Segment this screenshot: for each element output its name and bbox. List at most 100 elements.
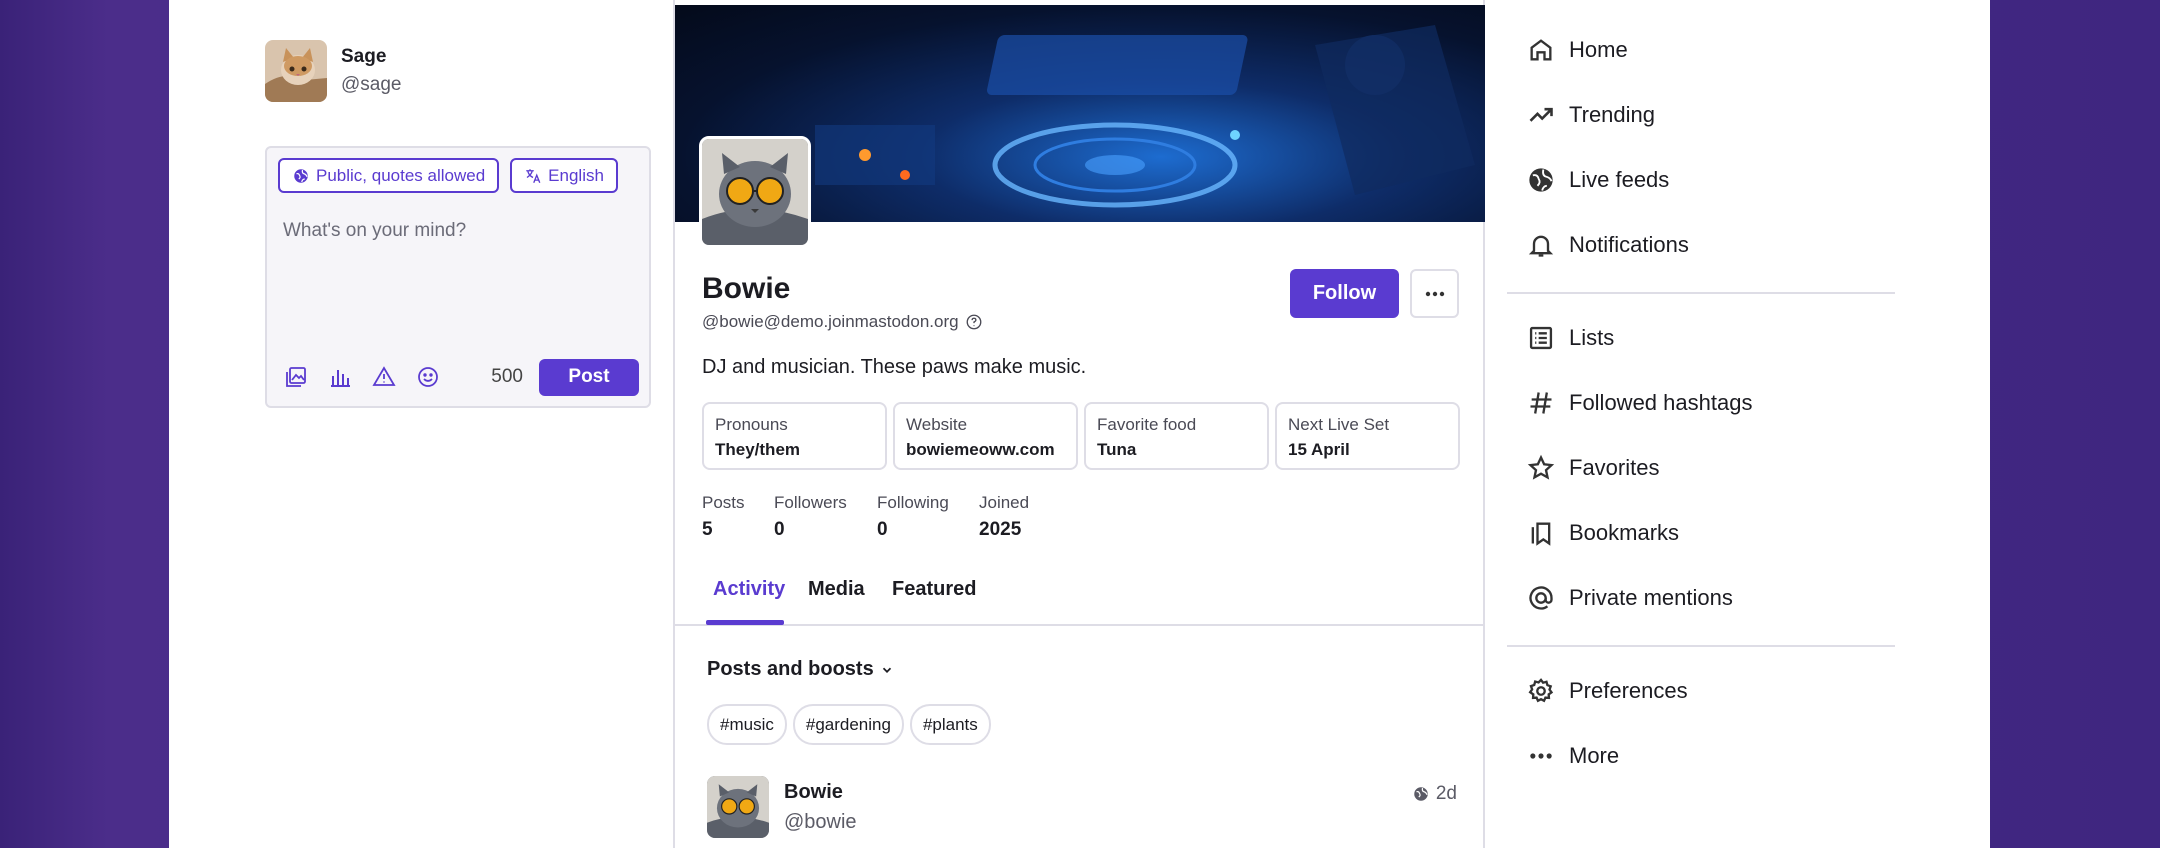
nav-label: Trending: [1569, 102, 1656, 127]
stat-label: Followers: [774, 493, 847, 512]
compose-form: Public, quotes allowed English What's on…: [265, 146, 651, 408]
nav-notifications[interactable]: Notifications: [1527, 231, 1689, 259]
profile-menu-button[interactable]: [1410, 269, 1459, 318]
field-value: They/them: [715, 440, 801, 459]
nav-private-mentions[interactable]: Private mentions: [1527, 584, 1733, 612]
field-value: 15 April: [1288, 440, 1350, 459]
status-timestamp[interactable]: 2d: [1412, 783, 1457, 805]
tab-media[interactable]: Media: [808, 578, 865, 601]
hashtag-icon: [1530, 392, 1552, 414]
chevron-down-icon: [882, 667, 891, 673]
stat-value: 2025: [979, 519, 1022, 540]
status-author-handle: @bowie: [784, 811, 857, 833]
stat-label: Joined: [979, 493, 1030, 512]
follow-button[interactable]: Follow: [1290, 269, 1399, 318]
stat-value: 5: [702, 519, 713, 540]
nav-favorites[interactable]: Favorites: [1527, 454, 1659, 482]
nav-live-feeds[interactable]: Live feeds: [1527, 166, 1669, 194]
content-warning-icon[interactable]: [371, 364, 397, 390]
compose-textarea[interactable]: What's on your mind?: [283, 220, 466, 242]
stat-label: Posts: [702, 493, 745, 512]
stat-posts[interactable]: Posts 5: [702, 493, 774, 541]
bell-icon: [1528, 235, 1554, 257]
current-user-handle: @sage: [341, 74, 402, 95]
at-icon: [1529, 586, 1553, 610]
hashtag-chip[interactable]: #gardening: [792, 704, 904, 745]
more-icon: [1425, 291, 1444, 296]
field-name: Next Live Set: [1288, 415, 1390, 434]
hashtag-chip[interactable]: #music: [707, 704, 787, 745]
stat-label: Following: [877, 493, 949, 512]
stat-value: 0: [877, 519, 888, 540]
profile-acct-handle: @bowie@demo.joinmastodon.org: [702, 312, 959, 331]
profile-field: Website bowiemeoww.com: [893, 402, 1078, 470]
stat-followers[interactable]: Followers 0: [774, 493, 877, 541]
profile-fields: Pronouns They/them Website bowiemeoww.co…: [702, 402, 1460, 470]
field-name: Website: [906, 415, 968, 434]
language-label: English: [548, 165, 604, 185]
nav-divider: [1507, 292, 1895, 294]
nav-label: Preferences: [1569, 678, 1688, 703]
hashtag-chip[interactable]: #plants: [909, 704, 991, 745]
stat-following[interactable]: Following 0: [877, 493, 979, 541]
profile-account: @bowie@demo.joinmastodon.org: [702, 312, 983, 332]
profile-field: Next Live Set 15 April: [1275, 402, 1460, 470]
field-value: Tuna: [1097, 440, 1137, 459]
nav-label: Home: [1569, 37, 1628, 62]
current-user[interactable]: Sage @sage: [265, 40, 402, 102]
visibility-label: Public, quotes allowed: [316, 165, 486, 185]
image-upload-icon[interactable]: [283, 364, 309, 390]
help-icon[interactable]: [965, 313, 983, 331]
nav-label: Lists: [1569, 325, 1615, 350]
filter-label: Posts and boosts: [707, 658, 874, 680]
profile-display-name: Bowie: [702, 272, 791, 305]
visibility-button[interactable]: Public, quotes allowed: [278, 158, 500, 193]
featured-hashtags: #music #gardening #plants: [707, 704, 991, 745]
status-author-name[interactable]: Bowie: [784, 781, 843, 804]
nav-label: Live feeds: [1569, 167, 1670, 192]
field-name: Favorite food: [1097, 415, 1197, 434]
nav-label: Bookmarks: [1569, 520, 1680, 545]
nav-label: More: [1569, 743, 1620, 768]
trending-icon: [1529, 107, 1553, 122]
profile-column: Bowie @bowie@demo.joinmastodon.org Follo…: [673, 0, 1485, 848]
gear-icon: [1528, 678, 1554, 703]
nav-divider: [1507, 645, 1895, 647]
profile-tabs: Activity Media Featured: [675, 570, 1485, 626]
nav-label: Followed hashtags: [1569, 390, 1753, 415]
nav-label: Private mentions: [1569, 585, 1733, 610]
nav-trending[interactable]: Trending: [1527, 101, 1655, 129]
nav-home[interactable]: Home: [1527, 36, 1628, 64]
current-user-avatar[interactable]: [265, 40, 327, 102]
translate-icon: [526, 168, 541, 183]
field-name: Pronouns: [715, 415, 788, 434]
nav-preferences[interactable]: Preferences: [1527, 677, 1688, 705]
tab-activity[interactable]: Activity: [713, 578, 785, 601]
language-button[interactable]: English: [510, 158, 618, 193]
profile-stats: Posts 5 Followers 0 Following 0 Joined 2…: [702, 493, 1029, 541]
app-frame: Sage @sage Public, quotes allowed Englis…: [169, 0, 1990, 848]
profile-bio: DJ and musician. These paws make music.: [702, 356, 1087, 378]
star-icon: [1527, 454, 1555, 480]
field-value[interactable]: bowiemeoww.com: [906, 440, 1065, 460]
nav-bookmarks[interactable]: Bookmarks: [1527, 519, 1679, 547]
nav-label: Favorites: [1569, 455, 1660, 480]
nav-more[interactable]: More: [1527, 742, 1619, 770]
globe-icon: [1529, 168, 1553, 192]
tab-featured[interactable]: Featured: [892, 578, 976, 601]
character-counter: 500: [491, 366, 523, 387]
nav-lists[interactable]: Lists: [1527, 324, 1614, 352]
nav-followed-hashtags[interactable]: Followed hashtags: [1527, 389, 1752, 417]
active-tab-indicator: [706, 620, 784, 625]
poll-icon[interactable]: [327, 364, 353, 390]
current-user-name: Sage: [341, 46, 387, 67]
list-icon: [1529, 326, 1553, 350]
status-avatar[interactable]: [707, 776, 769, 838]
post-button[interactable]: Post: [539, 358, 639, 396]
emoji-icon[interactable]: [415, 364, 441, 390]
posts-filter-dropdown[interactable]: Posts and boosts: [707, 658, 894, 681]
stat-joined: Joined 2025: [979, 493, 1029, 541]
globe-icon: [1414, 787, 1428, 801]
profile-avatar[interactable]: [699, 136, 811, 248]
stat-value: 0: [774, 519, 785, 540]
